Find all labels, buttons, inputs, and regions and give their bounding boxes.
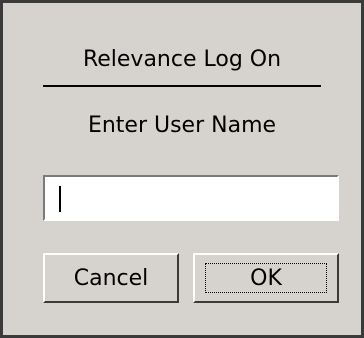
text-caret	[59, 186, 61, 212]
ok-button-label: OK	[250, 265, 282, 291]
title-divider	[43, 85, 321, 87]
dialog-title: Relevance Log On	[82, 47, 282, 72]
username-field[interactable]	[43, 175, 339, 221]
username-input[interactable]	[45, 177, 337, 219]
cancel-button-label: Cancel	[73, 265, 149, 291]
logon-dialog: Relevance Log On Enter User Name Cancel …	[0, 0, 364, 338]
cancel-button[interactable]: Cancel	[43, 253, 179, 303]
ok-button[interactable]: OK	[193, 253, 339, 303]
username-prompt: Enter User Name	[87, 113, 277, 138]
